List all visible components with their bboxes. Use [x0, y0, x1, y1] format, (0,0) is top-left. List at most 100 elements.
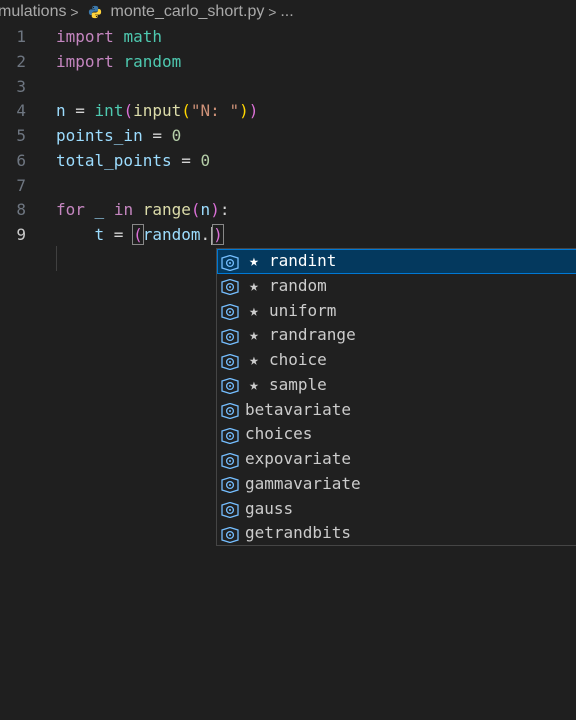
suggestion-item[interactable]: expovariate: [217, 447, 576, 472]
suggestion-label: uniform: [269, 300, 337, 320]
code-token: 0: [200, 150, 211, 170]
code-token: ): [212, 224, 224, 245]
suggestion-item[interactable]: ★ choice: [217, 348, 576, 373]
suggestion-label: expovariate: [245, 449, 351, 468]
code-token: import: [56, 27, 114, 46]
variable-symbol-icon: [219, 402, 241, 420]
code-token: _: [94, 200, 105, 220]
line-number: 6: [16, 150, 26, 170]
breadcrumb: mulations > monte_carlo_short.py > ...: [0, 0, 576, 24]
code-token: t: [94, 225, 105, 244]
line-number: 4: [16, 101, 26, 121]
star-icon: ★: [249, 325, 259, 345]
code-line[interactable]: 8 for _ in range(n):: [0, 197, 576, 222]
suggestion-item[interactable]: getrandbits: [217, 521, 576, 545]
code-line[interactable]: 1 import math: [0, 24, 576, 49]
code-token: math: [123, 27, 162, 46]
suggestion-label: randrange: [269, 325, 356, 345]
line-number: 8: [16, 200, 26, 220]
code-line[interactable]: 7: [0, 173, 576, 198]
suggestion-label: choice: [269, 350, 327, 369]
code-line[interactable]: 6 total_points = 0: [0, 148, 576, 173]
code-token: random: [142, 225, 201, 244]
code-token: (: [123, 101, 134, 121]
code-line[interactable]: 4n = int(input("N: ")): [0, 98, 576, 123]
code-line[interactable]: 5 points_in = 0: [0, 123, 576, 148]
code-token: =: [104, 225, 134, 244]
indent-guide: [56, 246, 57, 271]
code-token: n: [56, 101, 66, 121]
code-token: "N: ": [190, 101, 240, 121]
code-token: (: [190, 200, 201, 220]
star-icon: ★: [249, 251, 259, 270]
code-token: .: [200, 225, 211, 244]
suggestion-item[interactable]: ★ randint: [217, 249, 576, 274]
line-number: 2: [16, 51, 26, 71]
code-token: total_points: [56, 150, 172, 170]
suggestion-item[interactable]: betavariate: [217, 398, 576, 423]
code-token: =: [65, 101, 95, 121]
code-text: for _ in range(n):: [56, 197, 229, 222]
code-token: import: [56, 51, 114, 71]
suggestion-label: randint: [269, 251, 337, 270]
variable-symbol-icon: [219, 303, 241, 321]
code-token: in: [113, 200, 134, 220]
code-token: range: [142, 200, 191, 220]
code-text: total_points = 0: [56, 148, 210, 173]
suggestion-item[interactable]: ★ uniform: [217, 299, 576, 324]
variable-symbol-icon: [219, 526, 241, 543]
code-token: ): [239, 101, 249, 121]
variable-symbol-icon: [219, 328, 241, 345]
suggestion-label: gauss: [245, 498, 294, 518]
variable-symbol-icon: [219, 254, 241, 271]
line-number: 5: [16, 126, 26, 145]
chevron-right-icon: >: [70, 4, 79, 20]
star-icon: ★: [249, 300, 259, 320]
python-icon: [89, 5, 102, 19]
code-text: import random: [56, 49, 181, 74]
suggestion-label: betavariate: [245, 399, 351, 419]
breadcrumb-folder[interactable]: mulations: [0, 3, 66, 21]
star-icon: ★: [249, 374, 259, 394]
breadcrumb-file[interactable]: monte_carlo_short.py: [110, 3, 264, 21]
breadcrumb-symbol[interactable]: ...: [280, 3, 293, 21]
code-text: import math: [56, 24, 162, 49]
star-icon: ★: [249, 275, 259, 295]
suggestion-label: getrandbits: [245, 523, 351, 543]
line-number: 7: [16, 175, 26, 195]
code-token: points_in: [56, 126, 143, 145]
variable-symbol-icon: [219, 501, 241, 519]
suggestion-label: random: [269, 275, 327, 295]
suggestion-item[interactable]: choices: [217, 422, 576, 447]
code-text: points_in = 0: [56, 123, 181, 148]
code-line[interactable]: 3: [0, 74, 576, 99]
suggestion-item[interactable]: gammavariate: [217, 472, 576, 497]
suggestion-item[interactable]: ★ randrange: [217, 323, 576, 348]
code-token: =: [142, 126, 172, 145]
code-line[interactable]: 2 import random: [0, 49, 576, 74]
suggestion-widget[interactable]: ★ randint ★ random ★ uniform ★ randrange ★ choice…: [216, 248, 576, 546]
star-icon: ★: [249, 350, 259, 369]
code-token: int: [94, 101, 124, 121]
suggestion-label: choices: [245, 424, 313, 444]
variable-symbol-icon: [219, 353, 241, 370]
code-token: random: [123, 51, 182, 71]
variable-symbol-icon: [219, 427, 241, 444]
suggestion-item[interactable]: gauss: [217, 497, 576, 522]
code-token: (: [181, 101, 191, 121]
suggestion-label: sample: [269, 374, 327, 394]
code-token: ): [248, 101, 259, 121]
variable-symbol-icon: [219, 278, 241, 296]
code-line[interactable]: 9 t = (random.): [0, 222, 576, 247]
variable-symbol-icon: [219, 452, 241, 469]
suggestion-item[interactable]: ★ sample: [217, 373, 576, 398]
line-number: 9: [16, 225, 26, 244]
chevron-right-icon: >: [268, 4, 277, 20]
code-text: t = (random.): [56, 222, 224, 247]
code-token: (: [132, 224, 144, 245]
suggestion-item[interactable]: ★ random: [217, 274, 576, 299]
